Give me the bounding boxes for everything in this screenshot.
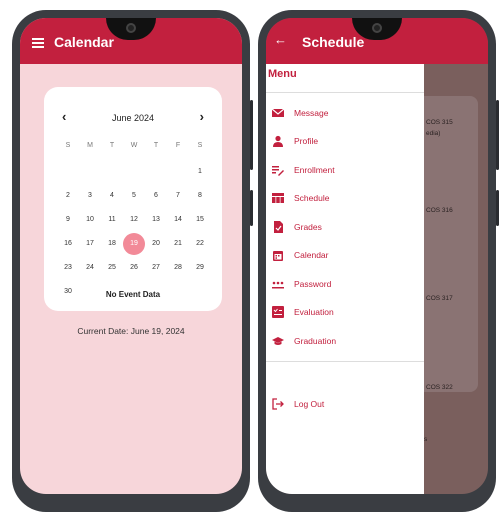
menu-item-enrollment[interactable]: Enrollment [272,163,422,179]
menu-item-calendar[interactable]: Calendar [272,248,422,264]
side-button [496,190,499,226]
menu-item-label: Calendar [294,250,329,260]
calendar-day[interactable]: 4 [103,187,121,205]
weekday-label: F [175,142,181,149]
menu-item-label: Message [294,108,329,118]
menu-item-schedule[interactable]: Schedule [272,191,422,207]
current-date-label: Current Date: June 19, 2024 [77,326,185,336]
next-month-button[interactable]: › [200,109,204,124]
calendar-day[interactable]: 15 [191,211,209,229]
course-code: COS 322 [426,384,453,391]
calendar-day[interactable]: 26 [125,259,143,277]
calendar-day[interactable]: 29 [191,259,209,277]
course-code: COS 315 [426,119,453,126]
calendar-day[interactable]: 10 [81,211,99,229]
menu-icon[interactable] [32,38,44,48]
edit-list-icon [272,166,284,176]
phone-frame-calendar: Calendar ‹ June 2024 › SMTWTFS1234567891… [12,10,253,512]
side-button [250,100,253,170]
calendar-day[interactable]: 17 [81,235,99,253]
menu-item-profile[interactable]: Profile [272,134,422,150]
side-button [496,100,499,170]
schedule-screen: ← Schedule COS 315 edia) COS 316 COS 317… [266,18,488,494]
calendar-day[interactable]: 28 [169,259,187,277]
calendar-day[interactable]: 23 [59,259,77,277]
phone-frame-schedule: ← Schedule COS 315 edia) COS 316 COS 317… [258,10,499,512]
calendar-day[interactable]: 25 [103,259,121,277]
menu-item-label: Evaluation [294,307,334,317]
weekday-label: W [130,142,138,149]
calendar-day[interactable]: 9 [59,211,77,229]
course-code: COS 316 [426,207,453,214]
side-button [250,190,253,226]
calendar-day[interactable]: 12 [125,211,143,229]
back-arrow-icon[interactable]: ← [274,32,287,47]
no-event-label: No Event Data [105,290,161,299]
calendar-day[interactable]: 20 [147,235,165,253]
month-label: June 2024 [111,113,155,123]
calendar-day[interactable]: 5 [125,187,143,205]
calendar-day[interactable]: 16 [59,235,77,253]
menu-item-label: Schedule [294,193,330,203]
weekday-label: M [87,142,93,149]
calendar-day[interactable]: 21 [169,235,187,253]
menu-item-label: Log Out [294,399,325,409]
menu-item-label: Password [294,279,332,289]
menu-item-graduation[interactable]: Graduation [272,334,422,350]
menu-item-label: Graduation [294,336,337,346]
calendar-screen: Calendar ‹ June 2024 › SMTWTFS1234567891… [20,18,242,494]
menu-item-label: Profile [294,136,319,146]
divider [266,361,424,362]
calendar-day[interactable]: 11 [103,211,121,229]
menu-item-grades[interactable]: Grades [272,220,422,236]
calendar-day[interactable]: 2 [59,187,77,205]
person-icon [273,135,283,147]
menu-item-evaluation[interactable]: Evaluation [272,305,422,321]
course-code: COS 317 [426,295,453,302]
evaluation-icon [272,306,284,318]
calendar-card: ‹ June 2024 › S M T W T F S 1 2 3 4 5 6 7 8 9 10 11 12 13 14… [44,87,222,311]
drawer-title: Menu [268,68,297,80]
page-title: Schedule [302,34,365,50]
calendar-day[interactable]: 13 [147,211,165,229]
calendar-day[interactable]: 1 [191,163,209,181]
calendar-day[interactable]: 27 [147,259,165,277]
table-icon [272,193,284,203]
logout-icon [272,398,284,410]
weekday-label: S [65,142,71,149]
document-icon [274,221,283,233]
calendar-day[interactable]: 24 [81,259,99,277]
menu-item-label: Grades [294,222,322,232]
weekday-label: T [153,142,159,149]
logout-button[interactable]: Log Out [272,397,422,413]
calendar-day[interactable]: 14 [169,211,187,229]
calendar-day[interactable]: 18 [103,235,121,253]
calendar-day[interactable]: 6 [147,187,165,205]
weekday-label: T [109,142,115,149]
weekday-label: S [197,142,203,149]
calendar-icon [273,251,283,261]
text-fragment: s [424,436,428,443]
menu-item-label: Enrollment [294,165,335,175]
mail-icon [272,108,284,117]
calendar-day[interactable]: 3 [81,187,99,205]
password-icon [272,281,284,289]
page-title: Calendar [54,34,114,50]
menu-item-password[interactable]: Password [272,277,422,293]
divider [266,92,424,93]
calendar-day[interactable]: 7 [169,187,187,205]
calendar-day-selected[interactable]: 19 [123,233,145,255]
menu-item-message[interactable]: Message [272,106,422,122]
navigation-drawer: Menu Message Profile Enrollment Schedule… [266,64,424,494]
course-text-fragment: edia) [426,130,441,137]
calendar-day[interactable]: 22 [191,235,209,253]
calendar-day[interactable]: 8 [191,187,209,205]
graduation-cap-icon [272,337,284,345]
